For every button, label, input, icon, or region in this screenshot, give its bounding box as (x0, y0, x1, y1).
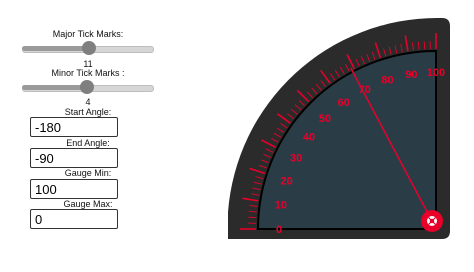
tick-label: 10 (275, 199, 287, 211)
gauge-hub[interactable] (421, 210, 443, 232)
tick-label: 0 (276, 224, 282, 236)
minor-tick (248, 216, 257, 219)
tick-label: 60 (338, 97, 350, 109)
tick-label: 100 (427, 67, 445, 79)
quarter-gauge: 01020304050607080 90 100 (228, 17, 450, 240)
tick-label: 90 (405, 69, 417, 81)
tick-label: 30 (290, 153, 302, 165)
tick-label: 80 (381, 75, 393, 87)
tick-label: 50 (319, 113, 331, 125)
minor-tick (423, 41, 426, 50)
tick-label: 20 (281, 175, 293, 187)
tick-label: 40 (303, 132, 315, 144)
